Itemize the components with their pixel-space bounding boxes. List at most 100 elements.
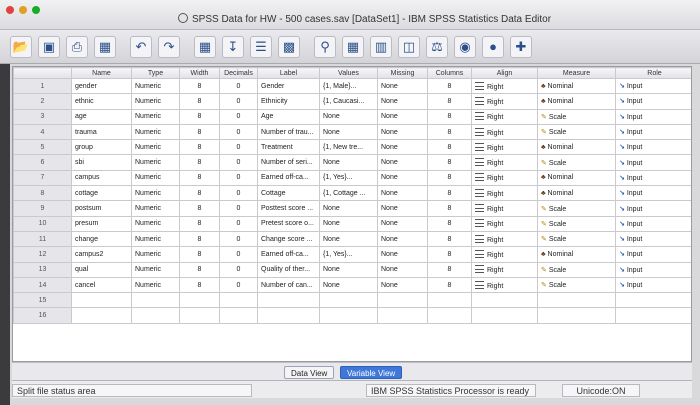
cell-type[interactable]	[131, 307, 180, 324]
cell-width[interactable]: 8	[179, 108, 220, 125]
cell-columns[interactable]: 8	[427, 215, 472, 232]
cell-align[interactable]: Right	[471, 139, 538, 156]
print-icon[interactable]: ⎙	[66, 35, 88, 58]
table-row[interactable]: 6 sbi Numeric 8 0 Number of seri... None None 8 R…	[13, 154, 691, 171]
cell-label[interactable]: Number of trau...	[257, 123, 320, 141]
cell-name[interactable]	[71, 307, 132, 324]
cell-measure[interactable]: ✎ Scale	[537, 215, 616, 232]
cell-align[interactable]: Right	[471, 246, 538, 263]
cell-role[interactable]: ↘ Input	[615, 123, 691, 141]
row-number-cell[interactable]: 1	[13, 77, 72, 95]
cell-columns[interactable]: 8	[427, 246, 472, 263]
cell-values[interactable]: {1, Male}...	[319, 77, 378, 95]
table-row[interactable]: 3 age Numeric 8 0 Age None None 8 Right ✎ Scale ↘ I…	[13, 108, 691, 125]
row-number-cell[interactable]: 12	[13, 246, 72, 263]
folder-open-icon[interactable]: 📂	[10, 35, 32, 58]
cell-label[interactable]: Age	[257, 108, 320, 125]
cell-name[interactable]: ethnic	[71, 93, 132, 110]
cell-type[interactable]: Numeric	[131, 276, 180, 294]
cell-values[interactable]: {1, Cottage ...	[319, 185, 378, 202]
cell-missing[interactable]: None	[377, 261, 428, 278]
cell-label[interactable]: Earned off-ca...	[257, 246, 320, 263]
cell-values[interactable]	[319, 307, 378, 324]
cell-values[interactable]: None	[319, 276, 378, 294]
column-header-missing[interactable]: Missing	[377, 67, 428, 79]
cell-columns[interactable]: 8	[427, 169, 472, 187]
table-row[interactable]: 4 trauma Numeric 8 0 Number of trau... None Non…	[13, 123, 691, 141]
cell-type[interactable]	[131, 292, 180, 309]
cell-name[interactable]: sbi	[71, 154, 132, 171]
cell-values[interactable]: None	[319, 261, 378, 278]
cell-name[interactable]: change	[71, 230, 132, 248]
column-header-values[interactable]: Values	[319, 67, 378, 79]
cell-measure[interactable]: ✎ Scale	[537, 261, 616, 278]
cell-align[interactable]: Right	[471, 93, 538, 110]
table-row[interactable]: 12 campus2 Numeric 8 0 Earned off-ca... {1, Ye…	[13, 246, 691, 263]
cell-missing[interactable]: None	[377, 215, 428, 232]
cell-decimals[interactable]: 0	[219, 261, 258, 278]
row-number-cell[interactable]: 13	[13, 261, 72, 278]
row-number-cell[interactable]: 8	[13, 185, 72, 202]
row-number-cell[interactable]: 15	[13, 292, 72, 309]
cell-align[interactable]: Right	[471, 169, 538, 187]
cell-measure[interactable]: ✎ Scale	[537, 230, 616, 248]
column-header-columns[interactable]: Columns	[427, 67, 472, 79]
cell-role[interactable]: ↘ Input	[615, 246, 691, 263]
cell-values[interactable]: {1, Caucasi...	[319, 93, 378, 110]
cell-columns[interactable]: 8	[427, 261, 472, 278]
weight-cases-icon[interactable]: ⚖	[426, 35, 448, 58]
column-header-width[interactable]: Width	[179, 67, 220, 79]
cell-width[interactable]: 8	[179, 200, 220, 217]
cell-measure[interactable]: ✎ Scale	[537, 154, 616, 171]
column-header-type[interactable]: Type	[131, 67, 180, 79]
cell-width[interactable]: 8	[179, 123, 220, 141]
cell-align[interactable]: Right	[471, 215, 538, 232]
cell-role[interactable]: ↘ Input	[615, 261, 691, 278]
cell-width[interactable]: 8	[179, 139, 220, 156]
cell-decimals[interactable]	[219, 307, 258, 324]
cell-role[interactable]: ↘ Input	[615, 230, 691, 248]
cell-measure[interactable]: ♣ Nominal	[537, 246, 616, 263]
cell-missing[interactable]: None	[377, 139, 428, 156]
cell-align[interactable]: Right	[471, 154, 538, 171]
cell-label[interactable]	[257, 307, 320, 324]
cell-type[interactable]: Numeric	[131, 77, 180, 95]
row-number-cell[interactable]: 2	[13, 93, 72, 110]
cell-type[interactable]: Numeric	[131, 139, 180, 156]
cell-measure[interactable]: ♣ Nominal	[537, 139, 616, 156]
goto-case-icon[interactable]: ▦	[194, 35, 216, 58]
use-sets-icon[interactable]: ✚	[510, 35, 532, 58]
cell-type[interactable]: Numeric	[131, 169, 180, 187]
cell-values[interactable]: None	[319, 230, 378, 248]
insert-cases-icon[interactable]: ▦	[342, 35, 364, 58]
cell-missing[interactable]: None	[377, 154, 428, 171]
table-row[interactable]: 15	[13, 292, 691, 309]
tab-variable-view[interactable]: Variable View	[340, 366, 403, 379]
find-icon[interactable]: ⚲	[314, 35, 336, 58]
cell-name[interactable]: postsum	[71, 200, 132, 217]
cell-measure[interactable]: ✎ Scale	[537, 200, 616, 217]
table-row[interactable]: 14 cancel Numeric 8 0 Number of can... None Non…	[13, 276, 691, 294]
cell-columns[interactable]: 8	[427, 139, 472, 156]
row-number-cell[interactable]: 4	[13, 123, 72, 141]
cell-name[interactable]: age	[71, 108, 132, 125]
cell-decimals[interactable]: 0	[219, 93, 258, 110]
cell-decimals[interactable]: 0	[219, 200, 258, 217]
cell-type[interactable]: Numeric	[131, 123, 180, 141]
undo-icon[interactable]: ↶	[130, 35, 152, 58]
cell-columns[interactable]	[427, 307, 472, 324]
table-row[interactable]: 16	[13, 307, 691, 324]
cell-measure[interactable]: ♣ Nominal	[537, 185, 616, 202]
cell-name[interactable]: gender	[71, 77, 132, 95]
tab-data-view[interactable]: Data View	[284, 366, 335, 379]
cell-name[interactable]: group	[71, 139, 132, 156]
row-number-cell[interactable]: 6	[13, 154, 72, 171]
cell-label[interactable]: Pretest score o...	[257, 215, 320, 232]
column-header-decimals[interactable]: Decimals	[219, 67, 258, 79]
variables-icon[interactable]: ☰	[250, 35, 272, 58]
cell-values[interactable]: None	[319, 215, 378, 232]
column-header-measure[interactable]: Measure	[537, 67, 616, 79]
cell-width[interactable]: 8	[179, 215, 220, 232]
cell-columns[interactable]: 8	[427, 93, 472, 110]
cell-align[interactable]: Right	[471, 77, 538, 95]
